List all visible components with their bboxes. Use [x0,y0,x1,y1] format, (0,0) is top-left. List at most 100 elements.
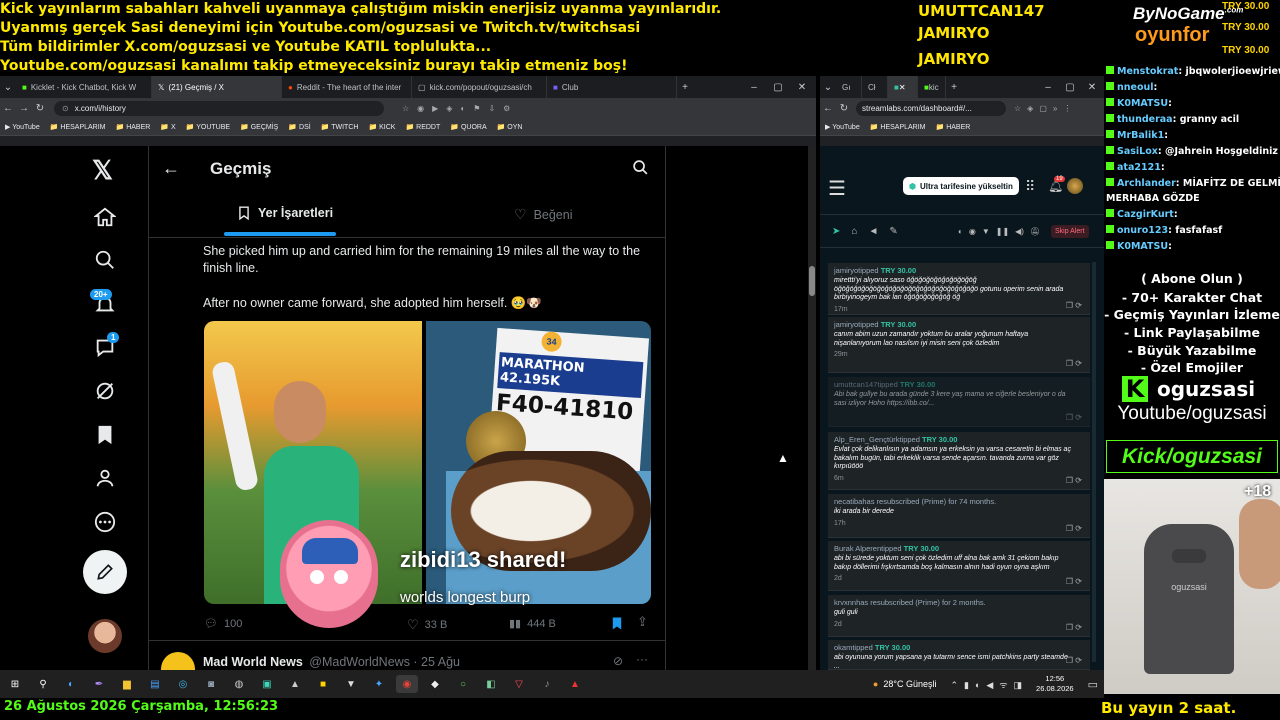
alert-item[interactable]: jamiryotipped TRY 30.00 canım abim uzun z… [828,317,1090,373]
left-scrollbar-thumb[interactable] [809,266,815,296]
alert-replay-icon[interactable]: ❐ ⟳ [1066,413,1082,422]
right-maximize-icon[interactable]: ▢ [1062,82,1078,93]
bookmark-oyn[interactable]: 📁 OYN [497,123,523,131]
reload-icon[interactable]: ↻ [32,103,48,114]
bookmark-reddit[interactable]: 📁 REDDT [405,123,440,131]
right-tab-search-icon[interactable]: ⌄ [820,82,836,93]
weather-widget[interactable]: ● 28°C Güneşli [873,679,937,689]
tab-x-history[interactable]: 𝕏 (21) Geçmiş / X [152,76,282,98]
chat-username[interactable]: thunderaa [1117,114,1173,125]
grok-icon[interactable] [94,380,116,407]
taskbar-app-6-icon[interactable]: ■ [312,675,334,693]
more-icon[interactable] [94,511,116,538]
chat-username[interactable]: K0MATSU [1117,98,1168,109]
right-new-tab-icon[interactable]: + [946,82,962,93]
taskbar-app-8-icon[interactable]: ✦ [368,675,390,693]
alert-item[interactable]: Burak Alperentipped TRY 30.00 abi bi süre… [828,541,1090,591]
taskbar-app-9-icon[interactable]: ◆ [424,675,446,693]
tab-club[interactable]: ■ Club [547,76,677,98]
home-icon[interactable] [93,206,117,233]
right-minimize-icon[interactable]: – [1040,82,1056,93]
apps-grid-icon[interactable]: ⠿ [1025,178,1035,195]
alert-replay-icon[interactable]: ❐ ⟳ [1066,359,1082,368]
share-icon[interactable]: ⇪ [637,614,648,630]
bookmark-youtube-folder[interactable]: 📁 YOUTUBE [186,123,230,131]
notification-center-icon[interactable]: ▭ [1088,678,1098,691]
chat-username[interactable]: onuro123 [1117,225,1168,236]
right-back-icon[interactable]: ← [820,103,836,114]
mute-icon[interactable]: 🔕︎ [1030,227,1040,236]
profile-icon[interactable] [94,467,116,494]
bookmark-hesaplarim[interactable]: 📁 HESAPLARIM [50,123,106,131]
extension-icons[interactable]: ☆◉▶◈◐⚑⇩⚙ [402,104,518,113]
right-tab-1[interactable]: Gı [836,76,862,98]
alert-replay-icon[interactable]: ❐ ⟳ [1066,623,1082,632]
bookmark-gecmis[interactable]: 📁 GEÇMİŞ [240,123,278,131]
bookmark-dsi[interactable]: 📁 DSİ [288,123,310,131]
compose-post-button[interactable] [83,550,127,594]
taskbar-app-4-icon[interactable]: ▣ [256,675,278,693]
taskbar-app-10-icon[interactable]: ○ [452,675,474,693]
alert-item[interactable]: Alp_Eren_Gençtürktipped TRY 30.00 Evlat ç… [828,432,1090,490]
edge-icon[interactable]: ◎ [172,675,194,693]
taskbar-app-3-icon[interactable]: ▤ [144,675,166,693]
taskbar-app-12-icon[interactable]: ♪ [536,675,558,693]
shield-icon[interactable]: ◐ [958,227,963,236]
left-scrollbar[interactable] [808,146,816,670]
bookmark-haber[interactable]: 📁 HABER [116,123,151,131]
obs-icon[interactable]: ◍ [228,675,250,693]
taskbar-app-5-icon[interactable]: ▲ [284,675,306,693]
chrome-icon[interactable]: ◉ [396,675,418,693]
chat-username[interactable]: Archlander [1117,178,1176,189]
filter-megaphone-icon[interactable]: ◄ [868,226,878,237]
alert-item[interactable]: necatibahas resubscribed (Prime) for 74 … [828,494,1090,538]
new-tab-icon[interactable]: + [677,82,693,93]
chat-username[interactable]: Menstokrat [1117,66,1178,77]
filter-gift-icon[interactable]: ⌂ [851,226,857,237]
pause-icon[interactable]: ❚❚ [996,227,1009,236]
menu-hamburger-icon[interactable]: ☰ [828,176,846,201]
back-arrow-icon[interactable]: ← [162,158,180,179]
alert-item[interactable]: krvxnnhas resubscribed (Prime) for 2 mon… [828,595,1090,637]
close-window-icon[interactable]: ✕ [794,82,810,93]
bookmark-youtube[interactable]: ▶ YouTube [5,123,40,131]
filter-all-icon[interactable]: ➤ [832,226,840,237]
bookmark-twitch[interactable]: 📁 TWITCH [321,123,359,131]
tab-kick-popout[interactable]: ▢ kick.com/popout/oguzsasi/ch [412,76,547,98]
filter-icon[interactable]: ▼ [982,227,990,236]
explore-search-icon[interactable] [94,249,116,276]
taskbar-app-1-icon[interactable]: ◐ [60,675,82,693]
bookmark-kick[interactable]: 📁 KICK [368,123,395,131]
alert-item[interactable]: umuttcan147tipped TRY 30.00 Abi bak gully… [828,377,1090,427]
chat-username[interactable]: ata2121 [1117,162,1161,173]
taskbar-search-icon[interactable]: ⚲ [32,675,54,693]
chat-username[interactable]: MrBalik1 [1117,130,1164,141]
right-tab-2[interactable]: Cł [862,76,888,98]
filter-pen-icon[interactable]: ✎ [889,226,897,237]
tab-search-icon[interactable]: ⌄ [0,82,16,93]
tab-likes[interactable]: ♡ Beğeni [514,206,573,223]
volume-icon[interactable]: ◀) [1015,227,1024,236]
eye-icon[interactable]: ◉ [969,227,976,236]
grok-post-icon[interactable]: ⊘ [613,654,623,668]
taskbar-app-11-icon[interactable]: ◧ [480,675,502,693]
alert-replay-icon[interactable]: ❐ ⟳ [1066,577,1082,586]
right-reload-icon[interactable]: ↻ [836,103,852,114]
streamlabs-avatar[interactable] [1067,178,1083,194]
bookmark-x[interactable]: 📁 X [160,123,175,131]
page-search-icon[interactable] [632,159,649,181]
like-button[interactable]: ♡ 33 B [407,617,447,633]
post-more-icon[interactable]: ··· [636,652,648,666]
tab-reddit[interactable]: ● Reddit - The heart of the inter [282,76,412,98]
alert-replay-icon[interactable]: ❐ ⟳ [1066,476,1082,485]
right-url-input[interactable]: streamlabs.com/dashboard#/... [856,100,1006,116]
account-avatar[interactable] [88,619,122,653]
alert-item[interactable]: okamtipped TRY 30.00 abi oyununa yorum ya… [828,640,1090,670]
clock[interactable]: 12:56 26.08.2026 [1036,674,1074,694]
skip-alert-button[interactable]: Skip Alert [1051,225,1089,238]
right-tab-streamlabs[interactable]: ■ ✕ [888,76,918,98]
tab-kicklet[interactable]: ■ Kicklet - Kick Chatbot, Kick W [16,76,152,98]
url-input[interactable]: ⊙ x.com/i/history [54,100,384,116]
maximize-icon[interactable]: ▢ [770,82,786,93]
taskbar-app-2-icon[interactable]: ✒ [88,675,110,693]
